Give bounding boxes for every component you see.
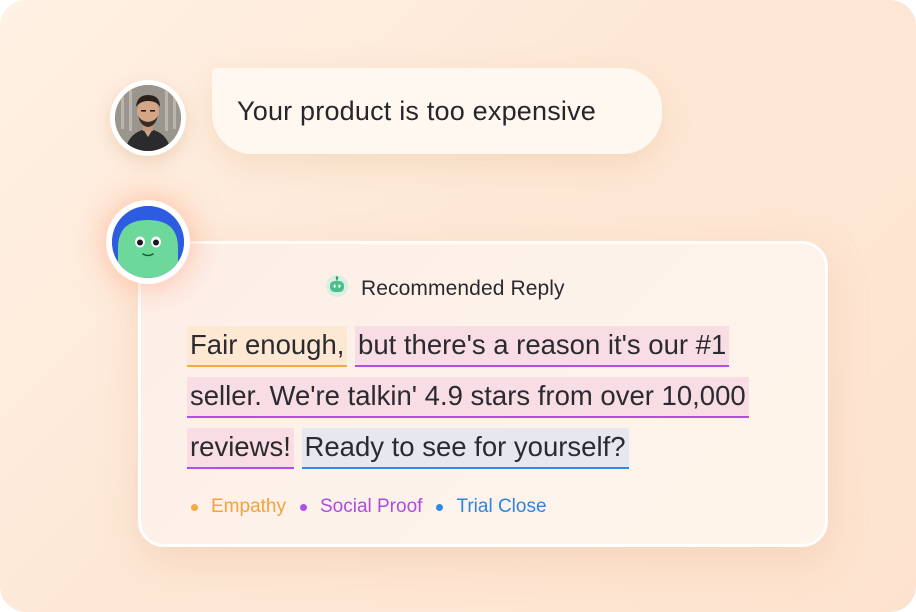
user-message-bubble: Your product is too expensive	[212, 68, 662, 154]
reply-header: Recommended Reply	[325, 274, 565, 303]
bot-avatar	[106, 200, 190, 284]
bot-mascot-icon	[112, 206, 184, 278]
social-proof-segment: but there's a reason it's our #1	[355, 326, 730, 367]
empathy-dot-icon	[191, 503, 198, 511]
trial-close-segment: Ready to see for yourself?	[301, 428, 629, 469]
conversation-canvas: Your product is too expensive Recommende…	[0, 0, 916, 612]
technique-legend: Empathy Social Proof Trial Close	[191, 496, 561, 518]
empathy-segment: Fair enough,	[187, 326, 348, 367]
user-avatar	[110, 80, 186, 156]
social-proof-segment: reviews!	[187, 428, 294, 469]
legend-item-empathy: Empathy	[191, 496, 286, 518]
recommended-reply-card: Recommended Reply Fair enough, but there…	[138, 241, 828, 547]
legend-label-trial-close: Trial Close	[456, 496, 547, 517]
robot-icon	[325, 274, 349, 303]
social-proof-dot-icon	[299, 503, 307, 511]
reply-title: Recommended Reply	[361, 276, 565, 300]
social-proof-segment: seller. We're talkin' 4.9 stars from ove…	[187, 377, 749, 418]
user-photo	[115, 85, 181, 151]
legend-item-social-proof: Social Proof	[299, 496, 423, 518]
legend-label-social-proof: Social Proof	[319, 496, 423, 517]
trial-close-dot-icon	[436, 503, 444, 511]
user-message-text: Your product is too expensive	[237, 95, 597, 126]
legend-label-empathy: Empathy	[211, 496, 286, 517]
legend-item-trial-close: Trial Close	[436, 496, 547, 518]
reply-text: Fair enough, but there's a reason it's o…	[187, 319, 807, 472]
